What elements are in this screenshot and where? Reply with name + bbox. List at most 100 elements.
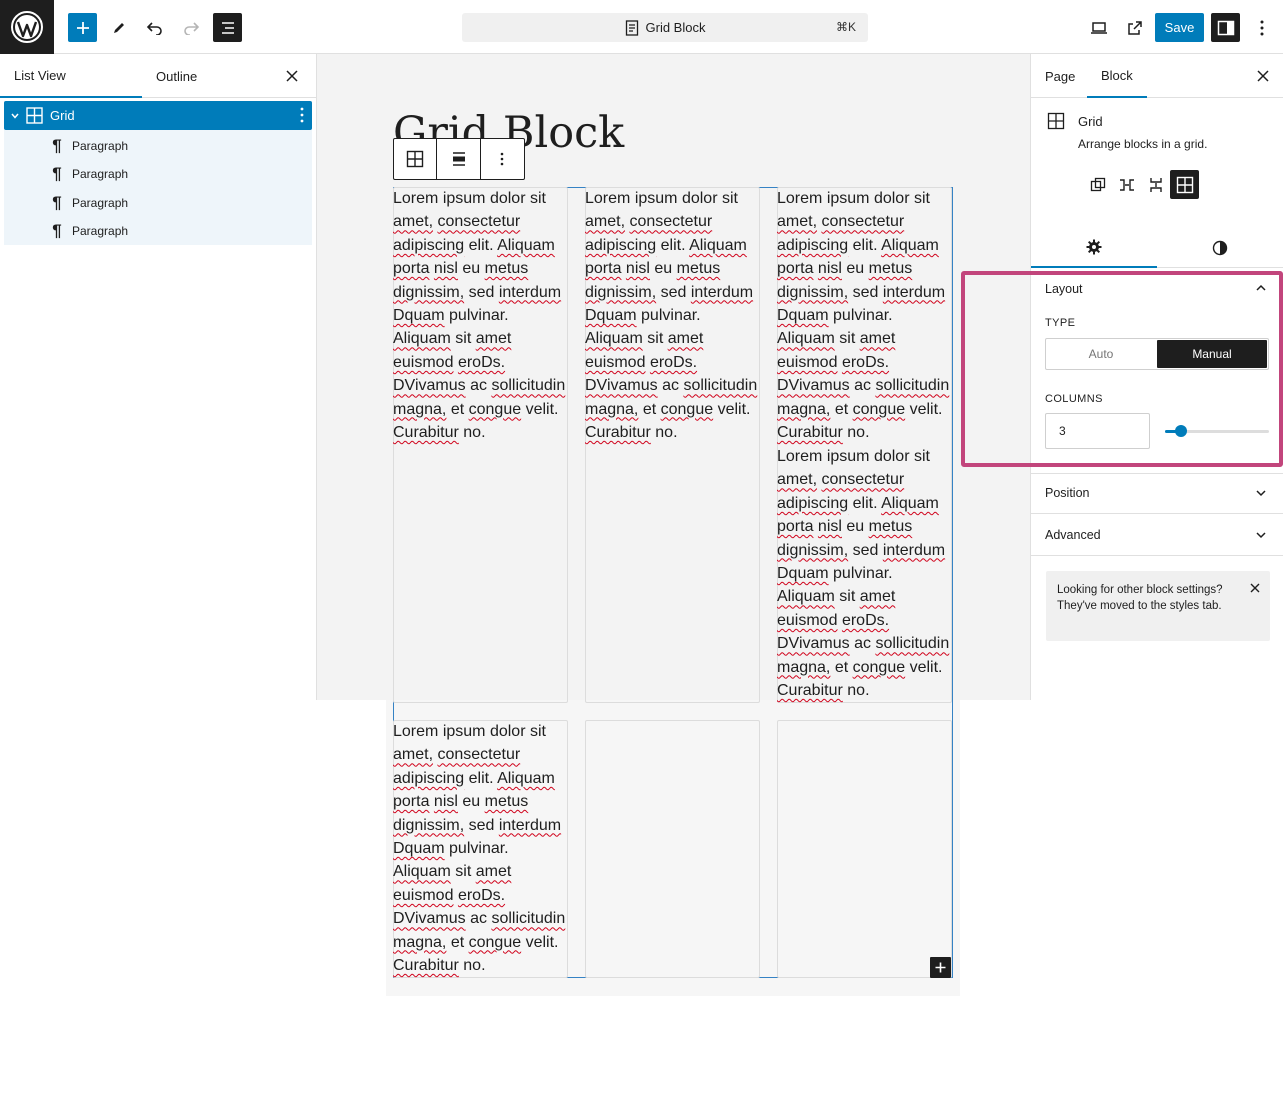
row-icon <box>1119 178 1134 191</box>
tree-item-paragraph[interactable]: ¶ Paragraph <box>50 160 128 188</box>
device-preview-button[interactable] <box>1084 13 1113 42</box>
block-type-button[interactable] <box>394 139 438 179</box>
wordpress-logo-icon[interactable] <box>0 0 54 54</box>
tab-outline[interactable]: Outline <box>156 54 197 98</box>
gear-icon <box>1086 239 1102 255</box>
sidebar-icon <box>1217 20 1234 35</box>
paragraph-line: DVivamus ac sollicitudin <box>777 635 950 653</box>
notice-text: Looking for other block settings? They'v… <box>1057 584 1223 612</box>
paragraph-line: Curabitur no. <box>393 424 486 442</box>
tree-item-label: Paragraph <box>72 196 129 210</box>
paragraph-icon: ¶ <box>52 164 62 183</box>
tree-item-paragraph[interactable]: ¶ Paragraph <box>50 217 128 245</box>
columns-slider[interactable] <box>1165 425 1269 437</box>
chevron-down-icon[interactable] <box>10 111 20 121</box>
redo-button[interactable] <box>176 13 205 42</box>
group-icon <box>1090 177 1105 191</box>
document-overview-button[interactable] <box>213 13 242 42</box>
chevron-down-icon[interactable] <box>1255 488 1267 498</box>
paragraph-line: porta nisl eu metus <box>585 260 721 278</box>
paragraph-line: porta nisl eu metus <box>393 260 529 278</box>
columns-label: COLUMNS <box>1045 393 1103 405</box>
styles-moved-notice: Looking for other block settings? They'v… <box>1046 571 1270 641</box>
paragraph-line: dignissim, sed interdum <box>585 283 754 301</box>
close-settings-button[interactable] <box>1253 66 1273 86</box>
list-view-tabs: List View Outline <box>0 54 316 98</box>
tree-item-label: Paragraph <box>72 224 129 238</box>
chevron-up-icon[interactable] <box>1255 283 1267 293</box>
document-bar[interactable]: Grid Block ⌘K <box>462 13 868 42</box>
paragraph-icon: ¶ <box>52 221 62 240</box>
save-button[interactable]: Save <box>1155 13 1204 42</box>
panel-divider <box>1031 513 1283 514</box>
tab-page[interactable]: Page <box>1045 54 1075 98</box>
settings-toggle-button[interactable] <box>1211 13 1240 42</box>
chevron-down-icon[interactable] <box>1255 530 1267 540</box>
paragraph-line: magna, et congue velit. <box>393 400 559 418</box>
add-block-button[interactable] <box>68 13 97 42</box>
layout-panel-title[interactable]: Layout <box>1045 282 1083 296</box>
stack-variation-button[interactable] <box>1141 170 1170 199</box>
paragraph-line: Lorem ipsum dolor sit <box>777 190 930 207</box>
page-icon <box>625 19 639 36</box>
more-vertical-icon[interactable] <box>300 107 304 123</box>
paragraph-line: Lorem ipsum dolor sit <box>393 723 546 740</box>
paragraph-block[interactable]: Lorem ipsum dolor sit amet, consectetur ad… <box>393 187 565 444</box>
tree-item-paragraph[interactable]: ¶ Paragraph <box>50 189 128 217</box>
view-page-button[interactable] <box>1120 13 1149 42</box>
paragraph-line: Curabitur no. <box>393 957 486 975</box>
type-manual-option[interactable]: Manual <box>1157 340 1267 368</box>
tree-item-paragraph[interactable]: ¶ Paragraph <box>50 132 128 160</box>
align-wide-icon <box>452 152 465 166</box>
advanced-panel-title[interactable]: Advanced <box>1045 528 1101 542</box>
tab-styles[interactable] <box>1157 228 1283 268</box>
paragraph-line: Lorem ipsum dolor sit <box>585 190 738 207</box>
paragraph-line: magna, et congue velit. <box>777 658 943 676</box>
layout-type-toggle: Auto Manual <box>1045 338 1269 370</box>
block-card-description: Arrange blocks in a grid. <box>1078 137 1208 151</box>
tools-button[interactable] <box>104 13 133 42</box>
tab-block[interactable]: Block <box>1087 54 1147 98</box>
grid-variation-button[interactable] <box>1170 170 1199 199</box>
paragraph-line: Curabitur no. <box>777 682 870 700</box>
columns-slider-thumb[interactable] <box>1174 425 1187 437</box>
row-variation-button[interactable] <box>1112 170 1141 199</box>
settings-sidebar: Page Block Grid Arrange blocks in a grid… <box>1030 54 1283 700</box>
paragraph-line: Curabitur no. <box>777 424 870 442</box>
paragraph-block[interactable]: Lorem ipsum dolor sit amet, consectetur ad… <box>393 720 565 977</box>
paragraph-block[interactable]: Lorem ipsum dolor sit amet, consectetur ad… <box>585 187 757 444</box>
plus-icon <box>76 21 89 34</box>
paragraph-line: Dquam pulvinar. <box>393 307 509 325</box>
close-list-view-button[interactable] <box>282 66 302 86</box>
paragraph-line: DVivamus ac sollicitudin <box>585 377 758 395</box>
undo-button[interactable] <box>140 13 169 42</box>
position-panel-title[interactable]: Position <box>1045 486 1089 500</box>
block-options-button[interactable] <box>481 139 524 179</box>
tab-settings[interactable] <box>1031 228 1157 268</box>
document-title: Grid Block <box>645 20 706 35</box>
paragraph-line: euismod eroDs. <box>777 353 890 371</box>
inspector-tabs <box>1031 228 1283 268</box>
paragraph-line: Aliquam sit amet <box>393 330 512 348</box>
close-icon <box>1257 70 1269 82</box>
grid-cell[interactable] <box>777 720 952 978</box>
options-button[interactable] <box>1247 13 1276 42</box>
columns-input[interactable]: 3 <box>1045 413 1150 449</box>
paragraph-line: DVivamus ac sollicitudin <box>393 910 566 928</box>
align-button[interactable] <box>437 139 481 179</box>
close-icon[interactable] <box>1250 583 1260 593</box>
more-vertical-icon <box>1260 20 1263 35</box>
laptop-icon <box>1090 21 1107 34</box>
paragraph-block[interactable]: Lorem ipsum dolor sit amet, consectetur ad… <box>777 445 949 702</box>
add-block-appender-button[interactable] <box>930 957 951 978</box>
group-variation-button[interactable] <box>1083 170 1112 199</box>
type-auto-option[interactable]: Auto <box>1046 339 1156 369</box>
paragraph-line: euismod eroDs. <box>393 886 506 904</box>
paragraph-line: Dquam pulvinar. <box>777 307 893 325</box>
tab-list-view[interactable]: List View <box>0 54 142 98</box>
paragraph-line: amet, consectetur <box>777 213 905 231</box>
grid-cell[interactable] <box>585 720 760 978</box>
paragraph-line: porta nisl eu metus <box>393 793 529 811</box>
paragraph-block[interactable]: Lorem ipsum dolor sit amet, consectetur ad… <box>777 187 949 444</box>
tree-item-grid[interactable]: Grid <box>4 101 312 130</box>
